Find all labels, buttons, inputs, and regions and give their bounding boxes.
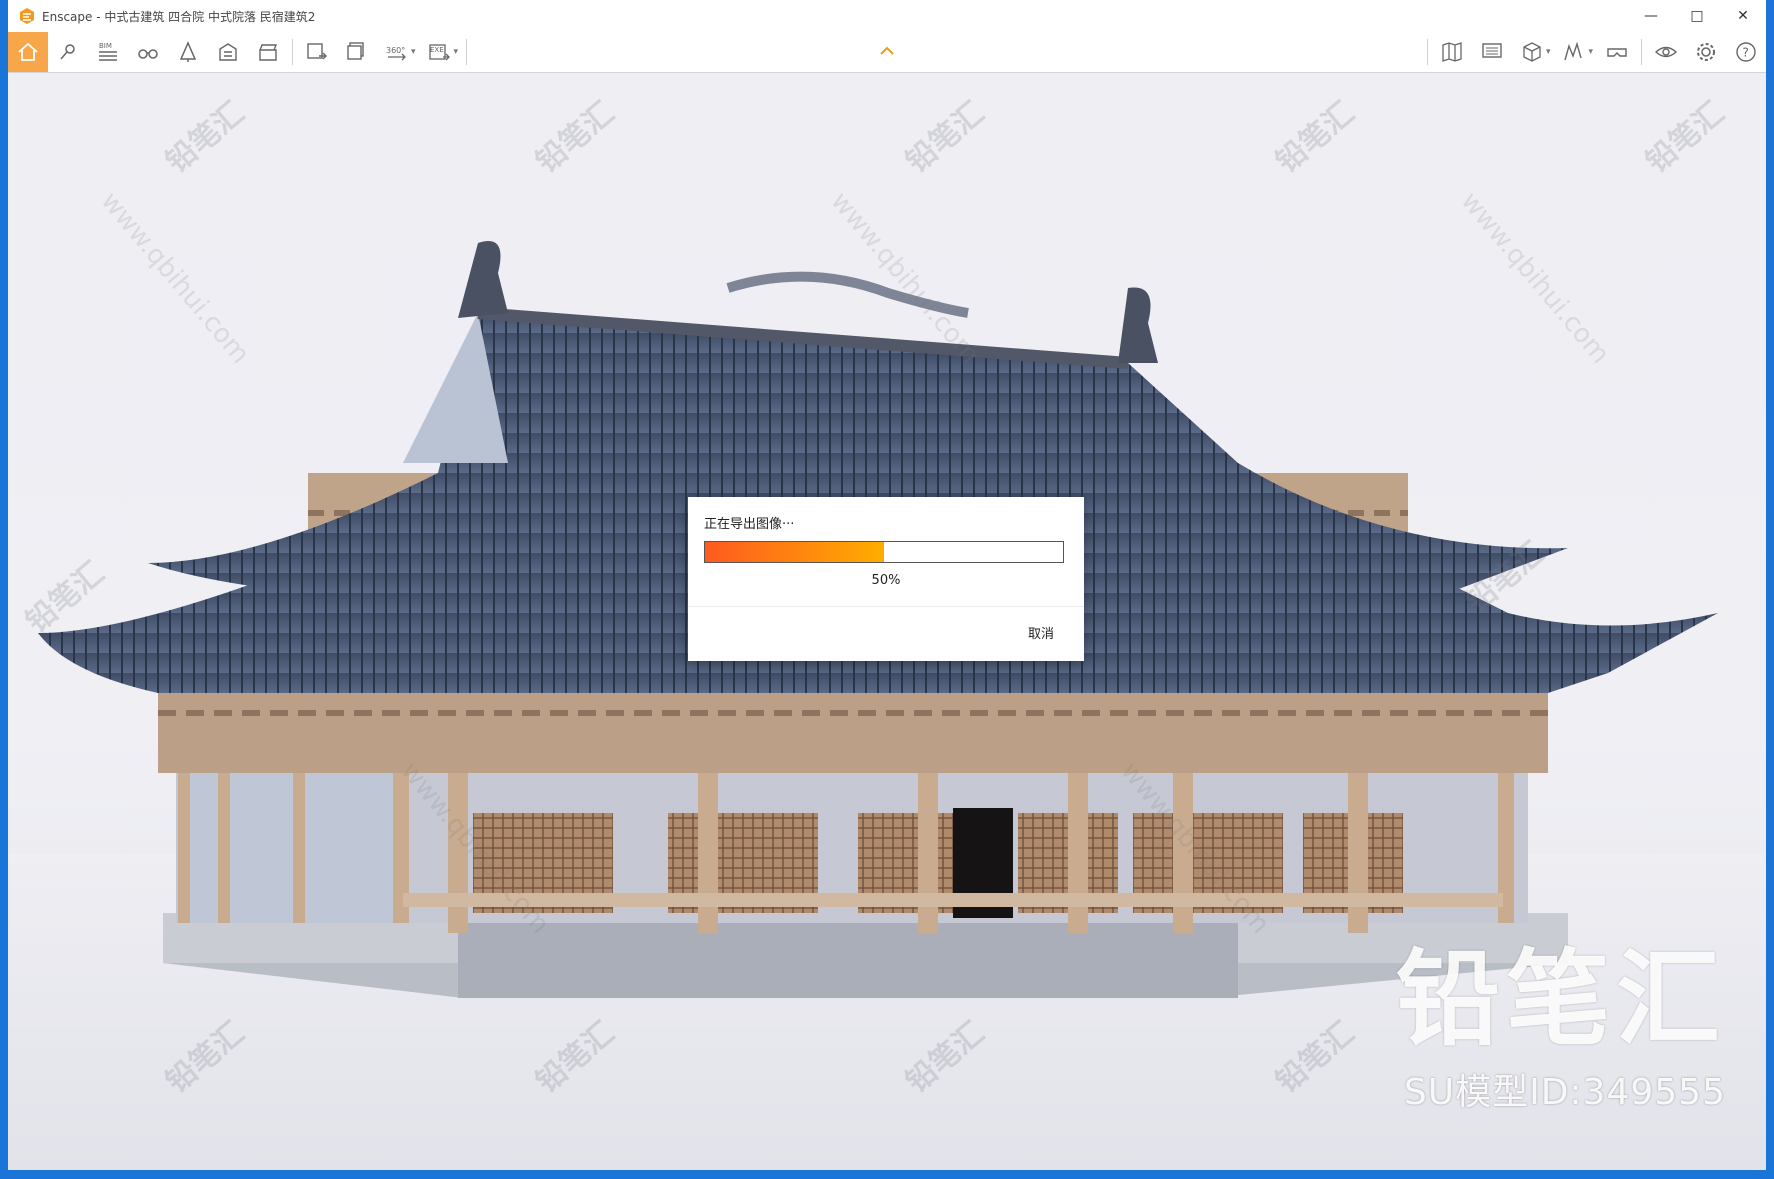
material-editor-button[interactable] — [208, 32, 248, 72]
cancel-button[interactable]: 取消 — [1028, 623, 1054, 642]
toolbar-separator — [1426, 39, 1428, 65]
window-controls: — □ ✕ — [1628, 0, 1766, 32]
enscape-logo-icon — [20, 8, 34, 24]
cube-icon — [1523, 42, 1541, 62]
progress-bar-fill — [705, 542, 884, 562]
map-button[interactable] — [1432, 32, 1472, 72]
vr-icon — [1607, 48, 1627, 57]
minimize-button[interactable]: — — [1628, 0, 1674, 32]
progress-percent: 50% — [871, 573, 901, 588]
enscape-toolbar: BIM 360° ▾ EXE ▾ ▾ ▾ ? — [8, 32, 1766, 73]
toolbar-separator — [466, 39, 468, 65]
views-button[interactable] — [48, 32, 88, 72]
help-icon: ? — [1736, 42, 1756, 62]
exe-export-button[interactable]: EXE — [420, 32, 460, 72]
binoculars-icon — [138, 49, 158, 59]
view-button[interactable] — [1646, 32, 1686, 72]
presets-button[interactable] — [1554, 32, 1594, 72]
building-icon — [219, 43, 237, 61]
home-button[interactable] — [8, 32, 48, 72]
dialog-title: 正在导出图像··· — [704, 517, 795, 532]
video-editor-button[interactable] — [248, 32, 288, 72]
close-button[interactable]: ✕ — [1720, 0, 1766, 32]
toolbar-separator — [1641, 39, 1642, 65]
eye-icon — [1654, 46, 1678, 58]
toolbar-export-group: 360° ▾ EXE ▾ — [297, 32, 462, 72]
chart-icon — [1564, 41, 1583, 61]
pin-icon — [60, 44, 75, 60]
progress-bar — [704, 541, 1064, 563]
visual-settings-button[interactable] — [1472, 32, 1512, 72]
panorama-icon: 360° — [386, 46, 406, 61]
gear-icon — [1697, 43, 1715, 61]
help-button[interactable]: ? — [1726, 32, 1766, 72]
home-icon — [18, 42, 38, 61]
export-image-icon — [307, 43, 327, 60]
exe-export-icon: EXE — [428, 44, 450, 61]
toolbar-separator — [292, 39, 293, 65]
walk-mode-button[interactable] — [128, 32, 168, 72]
maximize-button[interactable]: □ — [1674, 0, 1720, 32]
asset-library-button[interactable] — [168, 32, 208, 72]
vr-headset-button[interactable] — [1597, 32, 1637, 72]
window-title: Enscape - 中式古建筑 四合院 中式院落 民宿建筑2 — [42, 9, 316, 24]
bim-label: BIM — [99, 42, 112, 50]
panorama-export-button[interactable]: 360° — [377, 32, 417, 72]
view-mode-button[interactable] — [1512, 32, 1552, 72]
batch-export-button[interactable] — [337, 32, 377, 72]
batch-export-icon — [347, 42, 364, 60]
enscape-window: Enscape - 中式古建筑 四合院 中式院落 民宿建筑2 — □ ✕ BIM — [8, 0, 1766, 1170]
help-label: ? — [1743, 46, 1749, 60]
map-icon — [1442, 42, 1462, 62]
title-bar: Enscape - 中式古建筑 四合院 中式院落 民宿建筑2 — □ ✕ — [8, 0, 1766, 32]
dialog-divider — [688, 606, 1084, 607]
toolbar-left-group: BIM — [8, 32, 288, 72]
export-image-button[interactable] — [297, 32, 337, 72]
monitor-icon — [1482, 43, 1502, 58]
tree-icon — [179, 41, 197, 62]
render-viewport[interactable]: 铅笔汇 铅笔汇 铅笔汇 铅笔汇 铅笔汇 铅笔汇 铅笔汇 铅笔汇 铅笔汇 铅笔汇 … — [8, 73, 1766, 1170]
exe-label: EXE — [430, 46, 444, 54]
toolbar-right-group: ▾ ▾ ? — [1423, 32, 1766, 72]
collapse-toolbar-icon[interactable] — [880, 46, 894, 56]
export-progress-dialog: 正在导出图像··· 50% 取消 — [688, 497, 1084, 661]
clapper-icon — [259, 44, 278, 61]
settings-button[interactable] — [1686, 32, 1726, 72]
bim-button[interactable]: BIM — [88, 32, 128, 72]
bim-icon: BIM — [99, 42, 117, 61]
